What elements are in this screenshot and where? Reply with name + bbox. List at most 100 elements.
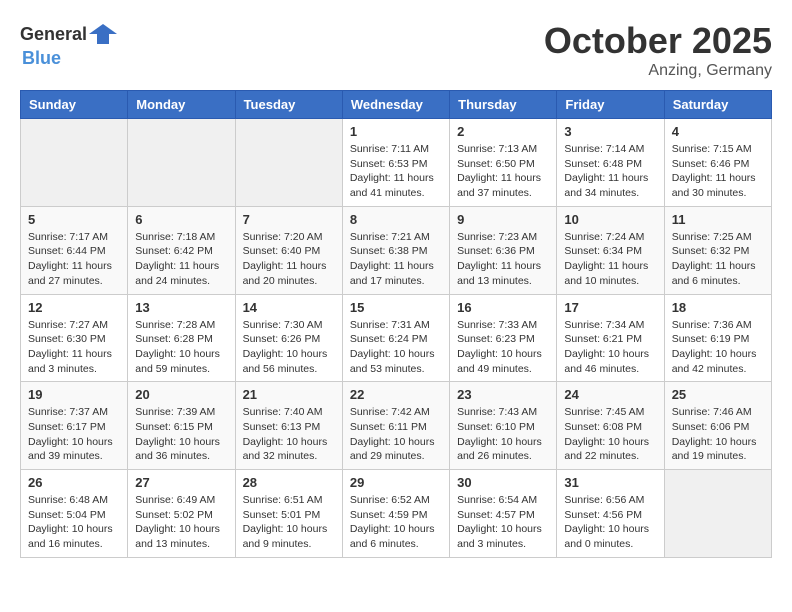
calendar-cell: 19Sunrise: 7:37 AM Sunset: 6:17 PM Dayli… — [21, 382, 128, 470]
calendar-cell — [664, 470, 771, 558]
day-number: 14 — [243, 300, 335, 315]
calendar-cell: 28 Sunrise: 6:51 AM Sunset: 5:01 PM Dayli… — [235, 470, 342, 558]
day-info: Sunrise: 7:21 AM Sunset: 6:38 PM Dayligh… — [350, 230, 442, 289]
week-row-1: 1 Sunrise: 7:11 AM Sunset: 6:53 PM Daylig… — [21, 119, 772, 207]
logo: General Blue — [20, 20, 117, 69]
day-info: Sunrise: 7:24 AM Sunset: 6:34 PM Dayligh… — [564, 230, 656, 289]
calendar-cell: 11 Sunrise: 7:25 AM Sunset: 6:32 PM Dayli… — [664, 206, 771, 294]
day-info: Sunrise: 7:13 AM Sunset: 6:50 PM Dayligh… — [457, 142, 549, 201]
calendar-cell: 12 Sunrise: 7:27 AM Sunset: 6:30 PM Dayli… — [21, 294, 128, 382]
day-info: Sunrise: 7:14 AM Sunset: 6:48 PM Dayligh… — [564, 142, 656, 201]
header-friday: Friday — [557, 91, 664, 119]
calendar-cell: 13Sunrise: 7:28 AM Sunset: 6:28 PM Dayli… — [128, 294, 235, 382]
day-number: 11 — [672, 212, 764, 227]
day-info: Sunrise: 7:39 AM Sunset: 6:15 PM Dayligh… — [135, 405, 227, 464]
day-number: 4 — [672, 124, 764, 139]
calendar-table: Sunday Monday Tuesday Wednesday Thursday… — [20, 90, 772, 558]
day-info: Sunrise: 7:20 AM Sunset: 6:40 PM Dayligh… — [243, 230, 335, 289]
header-wednesday: Wednesday — [342, 91, 449, 119]
day-number: 31 — [564, 475, 656, 490]
calendar-cell: 24Sunrise: 7:45 AM Sunset: 6:08 PM Dayli… — [557, 382, 664, 470]
day-number: 9 — [457, 212, 549, 227]
logo-blue: Blue — [22, 48, 61, 68]
day-number: 8 — [350, 212, 442, 227]
calendar-cell: 31 Sunrise: 6:56 AM Sunset: 4:56 PM Dayli… — [557, 470, 664, 558]
calendar-cell: 30 Sunrise: 6:54 AM Sunset: 4:57 PM Dayli… — [450, 470, 557, 558]
day-info: Sunrise: 7:11 AM Sunset: 6:53 PM Dayligh… — [350, 142, 442, 201]
day-number: 22 — [350, 387, 442, 402]
calendar-cell: 26 Sunrise: 6:48 AM Sunset: 5:04 PM Dayli… — [21, 470, 128, 558]
calendar-cell: 25 Sunrise: 7:46 AM Sunset: 6:06 PM Dayli… — [664, 382, 771, 470]
calendar-cell: 29 Sunrise: 6:52 AM Sunset: 4:59 PM Dayli… — [342, 470, 449, 558]
calendar-cell: 15 Sunrise: 7:31 AM Sunset: 6:24 PM Dayli… — [342, 294, 449, 382]
day-number: 29 — [350, 475, 442, 490]
day-number: 15 — [350, 300, 442, 315]
day-number: 6 — [135, 212, 227, 227]
day-number: 28 — [243, 475, 335, 490]
day-info: Sunrise: 7:46 AM Sunset: 6:06 PM Dayligh… — [672, 405, 764, 464]
day-info: Sunrise: 7:27 AM Sunset: 6:30 PM Dayligh… — [28, 318, 120, 377]
calendar-cell: 10 Sunrise: 7:24 AM Sunset: 6:34 PM Dayli… — [557, 206, 664, 294]
day-info: Sunrise: 6:51 AM Sunset: 5:01 PM Dayligh… — [243, 493, 335, 552]
calendar-cell — [128, 119, 235, 207]
day-number: 16 — [457, 300, 549, 315]
calendar-cell: 18 Sunrise: 7:36 AM Sunset: 6:19 PM Dayli… — [664, 294, 771, 382]
calendar-cell: 9 Sunrise: 7:23 AM Sunset: 6:36 PM Daylig… — [450, 206, 557, 294]
day-number: 23 — [457, 387, 549, 402]
day-info: Sunrise: 7:31 AM Sunset: 6:24 PM Dayligh… — [350, 318, 442, 377]
logo-general: General — [20, 24, 87, 45]
calendar-cell: 2 Sunrise: 7:13 AM Sunset: 6:50 PM Daylig… — [450, 119, 557, 207]
day-number: 2 — [457, 124, 549, 139]
day-info: Sunrise: 6:49 AM Sunset: 5:02 PM Dayligh… — [135, 493, 227, 552]
calendar-cell — [235, 119, 342, 207]
day-info: Sunrise: 7:45 AM Sunset: 6:08 PM Dayligh… — [564, 405, 656, 464]
calendar-cell: 14 Sunrise: 7:30 AM Sunset: 6:26 PM Dayli… — [235, 294, 342, 382]
day-number: 12 — [28, 300, 120, 315]
calendar-cell: 21Sunrise: 7:40 AM Sunset: 6:13 PM Dayli… — [235, 382, 342, 470]
day-number: 18 — [672, 300, 764, 315]
calendar-cell: 23 Sunrise: 7:43 AM Sunset: 6:10 PM Dayli… — [450, 382, 557, 470]
day-info: Sunrise: 6:48 AM Sunset: 5:04 PM Dayligh… — [28, 493, 120, 552]
day-number: 25 — [672, 387, 764, 402]
day-info: Sunrise: 7:17 AM Sunset: 6:44 PM Dayligh… — [28, 230, 120, 289]
week-row-3: 12 Sunrise: 7:27 AM Sunset: 6:30 PM Dayli… — [21, 294, 772, 382]
day-info: Sunrise: 6:54 AM Sunset: 4:57 PM Dayligh… — [457, 493, 549, 552]
calendar-cell: 17Sunrise: 7:34 AM Sunset: 6:21 PM Dayli… — [557, 294, 664, 382]
calendar-cell: 5Sunrise: 7:17 AM Sunset: 6:44 PM Daylig… — [21, 206, 128, 294]
calendar-cell: 22 Sunrise: 7:42 AM Sunset: 6:11 PM Dayli… — [342, 382, 449, 470]
week-row-5: 26 Sunrise: 6:48 AM Sunset: 5:04 PM Dayli… — [21, 470, 772, 558]
header-sunday: Sunday — [21, 91, 128, 119]
day-number: 20 — [135, 387, 227, 402]
logo-bird-icon — [89, 20, 117, 48]
location-title: Anzing, Germany — [544, 62, 772, 80]
day-number: 26 — [28, 475, 120, 490]
header-thursday: Thursday — [450, 91, 557, 119]
calendar-cell: 8 Sunrise: 7:21 AM Sunset: 6:38 PM Daylig… — [342, 206, 449, 294]
day-number: 1 — [350, 124, 442, 139]
day-info: Sunrise: 7:23 AM Sunset: 6:36 PM Dayligh… — [457, 230, 549, 289]
day-info: Sunrise: 7:42 AM Sunset: 6:11 PM Dayligh… — [350, 405, 442, 464]
day-number: 7 — [243, 212, 335, 227]
calendar-cell: 4 Sunrise: 7:15 AM Sunset: 6:46 PM Daylig… — [664, 119, 771, 207]
day-number: 19 — [28, 387, 120, 402]
header-monday: Monday — [128, 91, 235, 119]
weekday-header-row: Sunday Monday Tuesday Wednesday Thursday… — [21, 91, 772, 119]
day-info: Sunrise: 7:25 AM Sunset: 6:32 PM Dayligh… — [672, 230, 764, 289]
day-number: 3 — [564, 124, 656, 139]
day-number: 30 — [457, 475, 549, 490]
day-info: Sunrise: 7:36 AM Sunset: 6:19 PM Dayligh… — [672, 318, 764, 377]
day-number: 27 — [135, 475, 227, 490]
header-saturday: Saturday — [664, 91, 771, 119]
day-number: 13 — [135, 300, 227, 315]
day-info: Sunrise: 7:40 AM Sunset: 6:13 PM Dayligh… — [243, 405, 335, 464]
calendar-cell: 16Sunrise: 7:33 AM Sunset: 6:23 PM Dayli… — [450, 294, 557, 382]
day-info: Sunrise: 7:43 AM Sunset: 6:10 PM Dayligh… — [457, 405, 549, 464]
title-block: October 2025 Anzing, Germany — [544, 20, 772, 80]
week-row-4: 19Sunrise: 7:37 AM Sunset: 6:17 PM Dayli… — [21, 382, 772, 470]
day-info: Sunrise: 6:52 AM Sunset: 4:59 PM Dayligh… — [350, 493, 442, 552]
day-info: Sunrise: 6:56 AM Sunset: 4:56 PM Dayligh… — [564, 493, 656, 552]
day-number: 10 — [564, 212, 656, 227]
day-info: Sunrise: 7:15 AM Sunset: 6:46 PM Dayligh… — [672, 142, 764, 201]
day-info: Sunrise: 7:30 AM Sunset: 6:26 PM Dayligh… — [243, 318, 335, 377]
calendar-cell: 7 Sunrise: 7:20 AM Sunset: 6:40 PM Daylig… — [235, 206, 342, 294]
